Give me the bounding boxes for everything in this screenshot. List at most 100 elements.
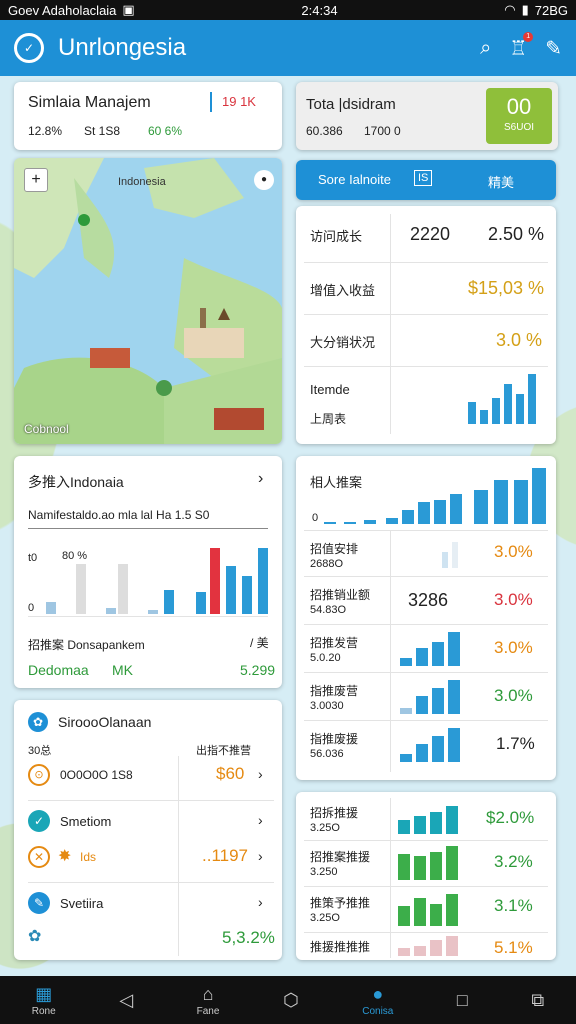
mini-bar xyxy=(400,658,412,666)
status-bar: Goev Adaholaclaia ▣ 2:4:34 ◠ ▮ 72BG xyxy=(0,0,576,20)
stat3-row2-label: 招推案推援 xyxy=(310,850,371,864)
chart-bar xyxy=(418,502,430,524)
chart-left-foot-label: 招推案 Donsapankem xyxy=(28,638,145,652)
stat2-row4-chart xyxy=(400,680,462,714)
services-row3-label[interactable]: Svetiira xyxy=(60,896,103,911)
stat2-row2-value: 3286 xyxy=(408,590,449,610)
map-options-icon[interactable]: ● xyxy=(254,170,274,190)
chart-bar xyxy=(474,490,488,524)
chevron-right-icon[interactable]: › xyxy=(258,848,263,864)
chart-left-ylabel3: 0 xyxy=(28,602,35,614)
nav-active[interactable]: ● Conisa xyxy=(362,984,393,1017)
nav-switch[interactable]: ⧉ xyxy=(531,990,544,1010)
nav-home[interactable]: ▦ Rone xyxy=(32,984,56,1017)
chart-bar xyxy=(242,576,252,614)
mini-bar xyxy=(430,812,442,834)
nav-back[interactable]: ◁ xyxy=(119,990,133,1010)
app-logo-icon[interactable]: ✓ xyxy=(14,33,44,63)
stat2-row4-pct: 3.0% xyxy=(494,686,533,705)
chart-bar xyxy=(364,520,376,524)
manage-value-3: 60 6% xyxy=(148,124,183,138)
chart-left-bars xyxy=(44,548,270,614)
nav-forms-label: Fane xyxy=(196,1005,220,1017)
stat1-pct: 2.50 % xyxy=(488,224,545,244)
stat4-label: Itemde xyxy=(310,382,350,397)
shield-icon: ✓ xyxy=(28,810,50,832)
stat3-row3-chart xyxy=(398,892,462,926)
chart-left-foot-val: 5.299 xyxy=(240,662,276,678)
map-label-bottom: Cobnool xyxy=(24,422,69,436)
notification-dot: 1 xyxy=(523,31,534,42)
stat3-row1-sub: 3.25O xyxy=(310,822,340,834)
services-row1-text: 0O0O0O 1S8 xyxy=(60,768,133,782)
app-bar: ✓ Unrlongesia ⌕ ♖ 1 ✎ xyxy=(0,20,576,76)
search-icon[interactable]: ⌕ xyxy=(480,37,491,60)
drop-icon: ✎ xyxy=(28,892,50,914)
services-row2-value[interactable]: ..1197 xyxy=(202,846,248,866)
stat2-row3-pct: 3.0% xyxy=(494,638,533,657)
mini-bar xyxy=(480,410,488,424)
stat2-row3-chart xyxy=(400,632,462,666)
total-value-1: 60.386 xyxy=(306,124,343,138)
coin-icon: ⊙ xyxy=(28,764,50,786)
chevron-right-icon[interactable]: › xyxy=(258,812,263,828)
stat2-label: 增值入收益 xyxy=(310,283,376,298)
indonesia-chart-card[interactable]: 多推入Indonaia › Namifestaldo.ao mla lal Ha… xyxy=(14,456,282,688)
total-highlight-box[interactable]: 00 S6UOI xyxy=(486,88,552,144)
right-chart-zero: 0 xyxy=(312,512,319,524)
map-label-top: Indonesia xyxy=(118,176,166,188)
services-row2-text: Ids xyxy=(80,850,97,864)
chevron-right-icon[interactable]: › xyxy=(258,470,263,488)
chart-bar xyxy=(450,494,462,524)
chart-bar xyxy=(434,500,446,524)
chevron-right-icon[interactable]: › xyxy=(258,894,263,910)
mini-bar xyxy=(414,856,426,880)
services-row2-label[interactable]: Smetiom xyxy=(60,814,111,829)
score-tab-button[interactable]: Sore Ialnoite IS 精美 xyxy=(296,160,556,200)
nav-forms[interactable]: ⌂ Fane xyxy=(197,984,220,1017)
chart-bar xyxy=(210,548,220,614)
mini-bar xyxy=(446,806,458,834)
total-card[interactable]: Tota |dsidram 60.386 1700 0 00 S6UOI xyxy=(296,82,558,150)
stat2-row5-sub: 56.036 xyxy=(310,748,344,760)
score-tab-chip: IS xyxy=(414,170,433,186)
mini-bar xyxy=(446,894,458,926)
stat2-row5-pct: 1.7% xyxy=(496,734,535,753)
nav-home-button[interactable]: ⬡ xyxy=(283,990,299,1010)
services-row1-value[interactable]: $60 xyxy=(216,764,244,784)
mini-bar xyxy=(528,374,536,424)
chart-bar xyxy=(164,590,174,614)
stat2-row1-label: 招值安排 xyxy=(310,542,359,556)
stat3-row4-label: 推援推推推 xyxy=(310,940,371,954)
chart-bar xyxy=(514,480,528,524)
total-value-2: 1700 0 xyxy=(364,124,401,138)
stat2-row3-sub: 5.0.20 xyxy=(310,652,341,664)
chart-bar xyxy=(118,564,128,614)
stat3-row1-pct: $2.0% xyxy=(486,808,535,827)
map-zoom-button[interactable]: + xyxy=(24,168,48,192)
forms-icon: ⌂ xyxy=(202,983,214,1004)
status-time: 2:4:34 xyxy=(301,2,338,18)
notification-bell-icon[interactable]: ♖ 1 xyxy=(509,31,534,61)
stat3-row4-chart xyxy=(398,936,462,956)
mini-bar xyxy=(414,816,426,834)
chevron-right-icon[interactable]: › xyxy=(258,766,263,782)
chart-bar xyxy=(76,564,86,614)
mini-bar xyxy=(468,402,476,424)
chart-bar xyxy=(258,548,268,614)
map-card[interactable]: + Indonesia ● Cobnool xyxy=(14,158,282,444)
signal-icon: ▮ xyxy=(521,2,529,17)
app-title: Unrlongesia xyxy=(58,34,187,61)
stat2-row1-chart xyxy=(442,540,462,568)
stat2-row2-sub: 54.83O xyxy=(310,604,347,616)
magic-wand-icon[interactable]: ✎ xyxy=(545,36,562,61)
total-box-value: 00 xyxy=(506,94,532,119)
services-sub-right: 出指不推营 xyxy=(196,745,251,757)
stat3-row2-pct: 3.2% xyxy=(494,852,533,871)
nav-recents[interactable]: □ xyxy=(457,990,468,1010)
stat3-row4-pct: 5.1% xyxy=(494,938,533,957)
stat3-row1-chart xyxy=(398,806,462,834)
home-hexagon-icon: ⬡ xyxy=(282,990,299,1010)
manage-card[interactable]: Simlaia Manajem 19 1K 12.8% St 1S8 60 6% xyxy=(14,82,282,150)
stats-card-2: 相人推案 0 招值安排 2688O 3.0% 招推销业额 54.83O 3286… xyxy=(296,456,556,780)
